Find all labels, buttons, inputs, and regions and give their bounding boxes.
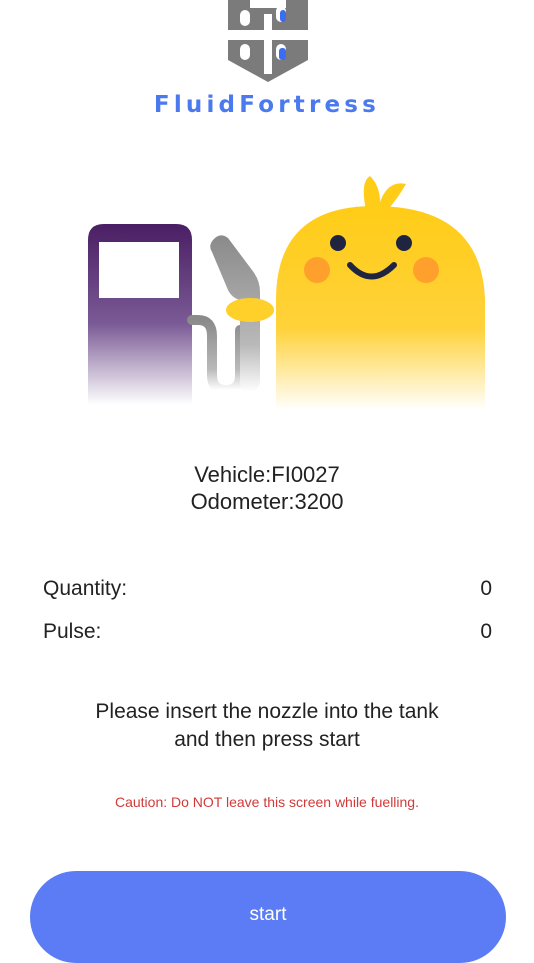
instructions-line-2: and then press start (174, 728, 360, 751)
pulse-row: Pulse: 0 (43, 620, 492, 644)
brand-name: FluidFortress (153, 92, 381, 118)
caution-text: Caution: Do NOT leave this screen while … (114, 794, 419, 810)
pulse-value: 0 (480, 620, 492, 643)
pulse-label: Pulse: (43, 620, 102, 643)
fuel-pump-mascot-illustration (88, 176, 485, 410)
quantity-label: Quantity: (43, 577, 128, 600)
quantity-row: Quantity: 0 (43, 577, 492, 601)
instructions-line-1: Please insert the nozzle into the tank (95, 700, 439, 723)
vehicle-info: Vehicle:FI0027 Odometer:3200 (0, 461, 534, 515)
start-button[interactable]: start (30, 871, 506, 963)
instructions-text: Please insert the nozzle into the tank a… (40, 698, 494, 754)
vehicle-id: Vehicle:FI0027 (194, 462, 340, 487)
fortress-logo-icon (226, 0, 310, 82)
quantity-value: 0 (480, 577, 492, 600)
odometer-reading: Odometer:3200 (190, 489, 344, 514)
